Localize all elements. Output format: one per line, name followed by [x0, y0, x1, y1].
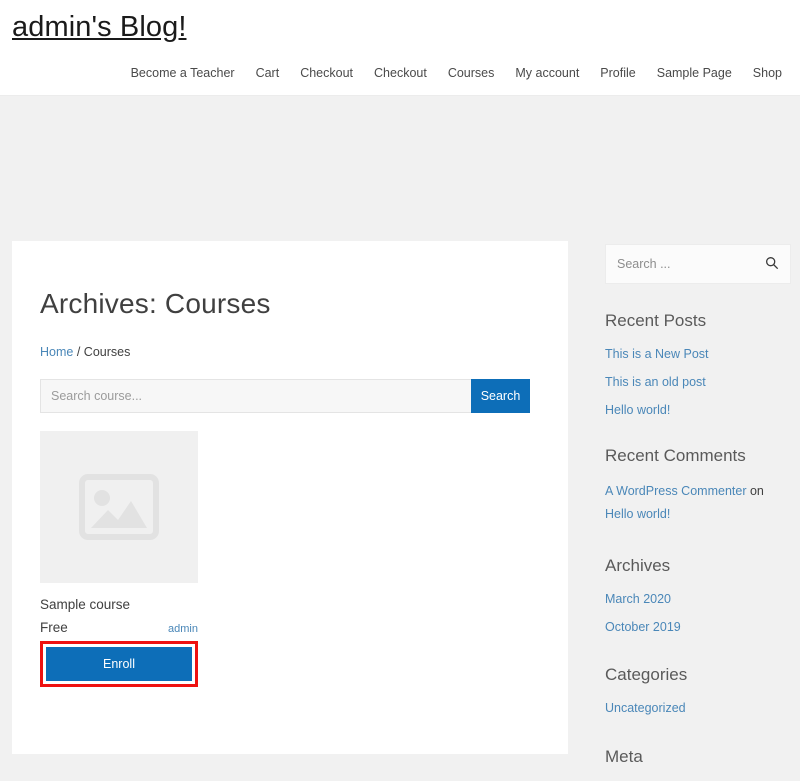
recent-post-link-3[interactable]: Hello world! — [605, 403, 670, 417]
main-navigation: Become a Teacher Cart Checkout Checkout … — [131, 65, 782, 81]
nav-item-courses[interactable]: Courses — [448, 65, 495, 81]
course-list: Sample course Free admin Enroll — [40, 431, 540, 687]
widget-archives: Archives March 2020 October 2019 — [605, 554, 791, 636]
course-title[interactable]: Sample course — [40, 596, 198, 614]
archive-link-march-2020[interactable]: March 2020 — [605, 592, 671, 606]
widget-meta: Meta — [605, 745, 791, 769]
main-content-card: Archives: Courses Home / Courses Search — [12, 241, 568, 754]
breadcrumb-separator: / — [76, 345, 81, 359]
course-author-link[interactable]: admin — [168, 623, 198, 635]
breadcrumb-current: Courses — [83, 345, 131, 359]
sidebar-search — [605, 244, 791, 284]
widget-recent-posts: Recent Posts This is a New Post This is … — [605, 309, 791, 419]
recent-posts-list: This is a New Post This is an old post H… — [605, 345, 791, 419]
course-search-button[interactable]: Search — [471, 379, 530, 413]
comment-post-link[interactable]: Hello world! — [605, 507, 670, 521]
widget-title-recent-posts: Recent Posts — [605, 311, 707, 330]
comment-connector: on — [749, 484, 764, 498]
sidebar: Recent Posts This is a New Post This is … — [605, 244, 791, 781]
nav-item-checkout-2[interactable]: Checkout — [374, 65, 427, 81]
category-link-uncategorized[interactable]: Uncategorized — [605, 701, 686, 715]
nav-item-checkout-1[interactable]: Checkout — [300, 65, 353, 81]
course-meta-row: Free admin — [40, 620, 198, 635]
comment-author-link[interactable]: A WordPress Commenter — [605, 484, 746, 498]
list-item: October 2019 — [605, 618, 791, 636]
sidebar-search-input[interactable] — [606, 257, 790, 271]
archive-link-october-2019[interactable]: October 2019 — [605, 620, 681, 634]
widget-title-meta: Meta — [605, 747, 643, 766]
nav-item-shop[interactable]: Shop — [753, 65, 782, 81]
nav-item-my-account[interactable]: My account — [515, 65, 579, 81]
recent-post-link-2[interactable]: This is an old post — [605, 375, 706, 389]
list-item: March 2020 — [605, 590, 791, 608]
list-item: Uncategorized — [605, 699, 791, 717]
nav-item-profile[interactable]: Profile — [600, 65, 635, 81]
course-price: Free — [40, 620, 68, 635]
archives-list: March 2020 October 2019 — [605, 590, 791, 636]
site-header: admin's Blog! Become a Teacher Cart Chec… — [0, 0, 800, 96]
site-title[interactable]: admin's Blog! — [12, 11, 186, 44]
enroll-button-highlight: Enroll — [40, 641, 198, 687]
course-card[interactable]: Sample course Free admin Enroll — [40, 431, 198, 687]
list-item: This is a New Post — [605, 345, 791, 363]
categories-list: Uncategorized — [605, 699, 791, 717]
page-title: Archives: Courses — [40, 288, 271, 319]
widget-title-archives: Archives — [605, 556, 671, 575]
image-placeholder-icon — [79, 474, 159, 540]
course-search-input[interactable] — [40, 379, 471, 413]
breadcrumb: Home / Courses — [40, 344, 540, 360]
list-item: This is an old post — [605, 373, 791, 391]
widget-recent-comments: Recent Comments A WordPress Commenter on… — [605, 444, 791, 526]
nav-item-cart[interactable]: Cart — [256, 65, 280, 81]
course-thumbnail[interactable] — [40, 431, 198, 583]
widget-title-recent-comments: Recent Comments — [605, 446, 746, 465]
recent-post-link-1[interactable]: This is a New Post — [605, 347, 709, 361]
widget-categories: Categories Uncategorized — [605, 663, 791, 717]
nav-item-sample-page[interactable]: Sample Page — [657, 65, 732, 81]
breadcrumb-home-link[interactable]: Home — [40, 345, 73, 359]
list-item: Hello world! — [605, 401, 791, 419]
recent-comment-item: A WordPress Commenter on Hello world! — [605, 480, 791, 526]
widget-title-categories: Categories — [605, 665, 688, 684]
enroll-button[interactable]: Enroll — [46, 647, 192, 681]
nav-item-become-a-teacher[interactable]: Become a Teacher — [131, 65, 235, 81]
course-search-form: Search — [40, 379, 530, 413]
